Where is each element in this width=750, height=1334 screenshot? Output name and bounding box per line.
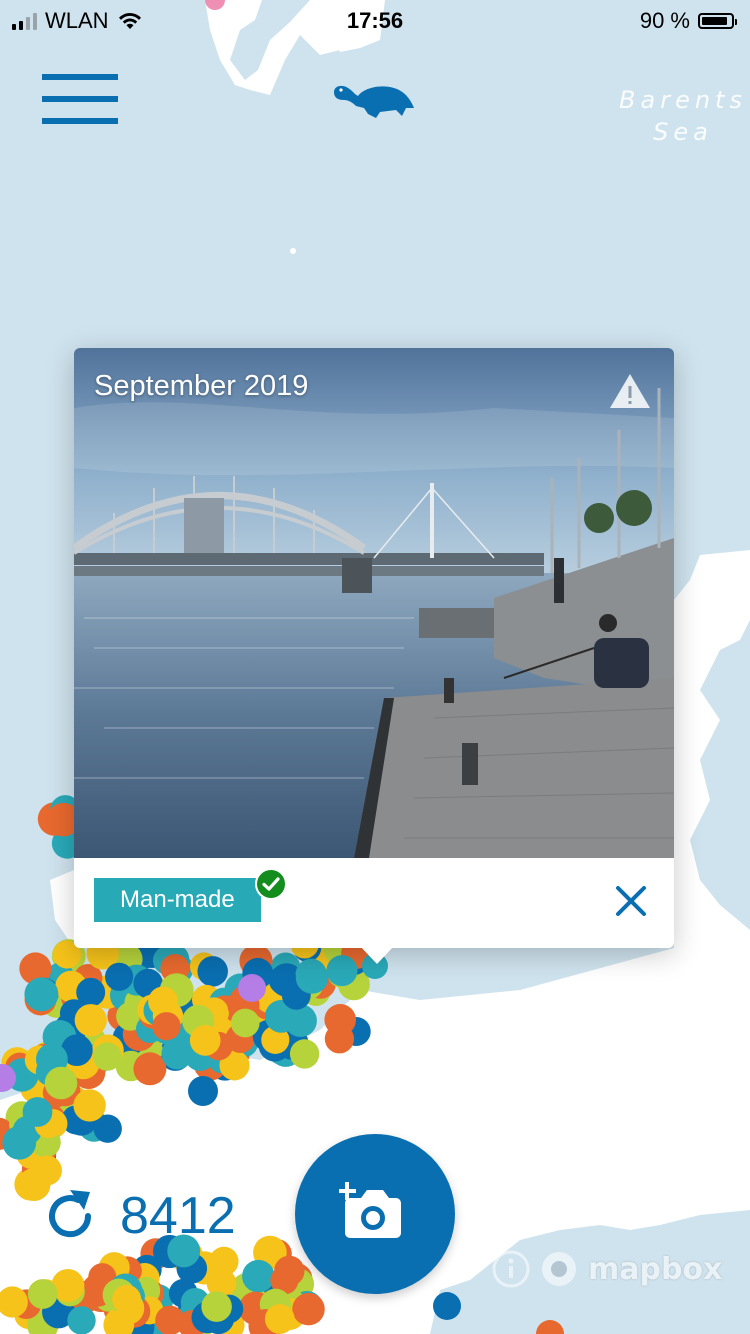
observation-count: 8412 bbox=[120, 1187, 236, 1245]
observation-dot[interactable] bbox=[189, 1025, 221, 1056]
observation-dot[interactable] bbox=[92, 1042, 122, 1071]
observation-dot[interactable] bbox=[155, 1305, 185, 1334]
observation-dot[interactable] bbox=[112, 1284, 142, 1314]
observation-dot[interactable] bbox=[105, 962, 134, 991]
observation-popup: September 2019 Man-made bbox=[74, 348, 674, 964]
observation-dot[interactable] bbox=[27, 1279, 58, 1309]
observation-dot[interactable] bbox=[295, 961, 329, 994]
popup-pointer bbox=[360, 946, 394, 964]
observation-dot[interactable] bbox=[268, 965, 298, 995]
observation-dot[interactable] bbox=[238, 974, 266, 1002]
observation-dot[interactable] bbox=[326, 955, 358, 987]
observation-dot[interactable] bbox=[67, 1306, 96, 1334]
check-circle-icon bbox=[255, 868, 287, 900]
observation-date: September 2019 bbox=[94, 370, 309, 402]
observation-dot[interactable] bbox=[324, 1004, 356, 1036]
mapbox-logo-icon bbox=[542, 1252, 576, 1286]
observation-dot[interactable] bbox=[152, 1012, 181, 1041]
observation-dot[interactable] bbox=[22, 1097, 53, 1127]
hamburger-icon bbox=[42, 74, 118, 80]
observation-dot[interactable] bbox=[73, 1089, 106, 1122]
observation-photo[interactable]: September 2019 bbox=[74, 348, 674, 858]
close-icon[interactable] bbox=[614, 884, 648, 918]
warning-icon[interactable] bbox=[608, 372, 652, 410]
observation-dot[interactable] bbox=[433, 1292, 461, 1320]
status-time: 17:56 bbox=[346, 8, 404, 33]
refresh-icon bbox=[49, 1190, 92, 1238]
battery-percent: 90 % bbox=[639, 8, 690, 33]
category-tag[interactable]: Man-made bbox=[94, 878, 261, 922]
mapbox-label: mapbox bbox=[588, 1251, 723, 1287]
observation-dot[interactable] bbox=[133, 1052, 167, 1086]
observation-dot[interactable] bbox=[264, 1304, 295, 1334]
map-sea-label: Barents Sea bbox=[619, 86, 747, 146]
observation-dot[interactable] bbox=[289, 1039, 320, 1069]
add-photo-icon bbox=[339, 1182, 401, 1238]
observation-dot[interactable] bbox=[242, 1259, 275, 1293]
status-bar: WLAN 17:56 90 % bbox=[0, 0, 750, 40]
add-photo-button[interactable] bbox=[295, 1134, 455, 1294]
menu-button[interactable] bbox=[42, 74, 118, 126]
observation-dot[interactable] bbox=[188, 1076, 218, 1106]
observation-dot[interactable] bbox=[292, 1292, 325, 1326]
info-icon[interactable] bbox=[492, 1250, 530, 1288]
observation-dot[interactable] bbox=[74, 1004, 107, 1037]
map-attribution: mapbox bbox=[492, 1250, 722, 1288]
observation-dot[interactable] bbox=[24, 977, 59, 1012]
status-right: 90 % bbox=[639, 8, 737, 34]
refresh-button[interactable]: 8412 bbox=[40, 1186, 236, 1246]
observation-dot[interactable] bbox=[230, 1008, 260, 1038]
observation-dot[interactable] bbox=[2, 1125, 37, 1160]
battery-icon bbox=[698, 13, 737, 29]
observation-dot[interactable] bbox=[44, 1066, 78, 1100]
observation-dot[interactable] bbox=[76, 977, 106, 1007]
turtle-icon bbox=[334, 85, 414, 118]
observation-dot[interactable] bbox=[161, 1037, 193, 1070]
observation-dot[interactable] bbox=[201, 1291, 232, 1322]
observation-dot[interactable] bbox=[197, 956, 228, 987]
observation-dot[interactable] bbox=[32, 1155, 62, 1186]
